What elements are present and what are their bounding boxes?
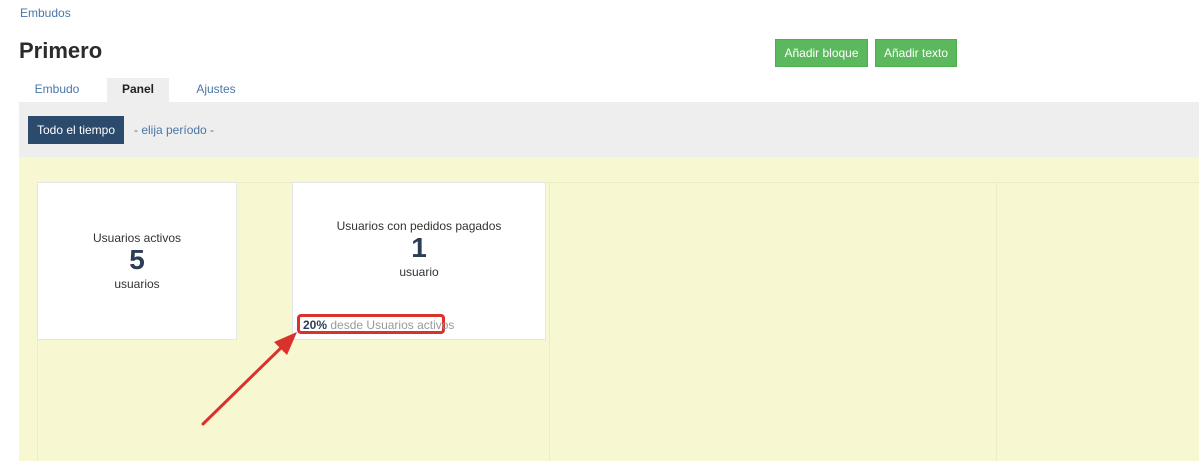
conversion-source-text: desde Usuarios activos — [330, 318, 455, 332]
widget-title: Usuarios con pedidos pagados — [336, 219, 502, 233]
widget-unit: usuarios — [114, 277, 160, 291]
period-filter-bar: Todo el tiempo - elija período - — [19, 102, 1199, 157]
add-block-button[interactable]: Añadir bloque — [775, 39, 868, 67]
widget-value: 5 — [129, 244, 145, 275]
grid-line — [549, 182, 550, 461]
tab-funnel[interactable]: Embudo — [19, 78, 95, 102]
all-time-button[interactable]: Todo el tiempo — [28, 116, 124, 144]
dashboard-area: Usuarios activos 5 usuarios Usuarios con… — [19, 157, 1199, 461]
widget-active-users[interactable]: Usuarios activos 5 usuarios — [37, 182, 237, 340]
tab-panel[interactable]: Panel — [107, 78, 169, 102]
conversion-rate-highlight: 20% desde Usuarios activos — [297, 314, 454, 334]
widget-paid-orders-users[interactable]: Usuarios con pedidos pagados 1 usuario 2… — [292, 182, 546, 340]
choose-period-link[interactable]: - elija período - — [134, 123, 214, 137]
tab-bar: Embudo Panel Ajustes — [19, 78, 263, 102]
add-text-button[interactable]: Añadir texto — [875, 39, 957, 67]
tab-settings[interactable]: Ajustes — [169, 78, 263, 102]
breadcrumb-funnels-link[interactable]: Embudos — [20, 6, 71, 20]
widget-value: 1 — [411, 232, 427, 263]
grid-line — [996, 182, 997, 461]
conversion-percent: 20% — [303, 318, 328, 332]
widget-title: Usuarios activos — [92, 231, 182, 245]
widget-unit: usuario — [399, 265, 439, 279]
page-title: Primero — [19, 38, 103, 63]
